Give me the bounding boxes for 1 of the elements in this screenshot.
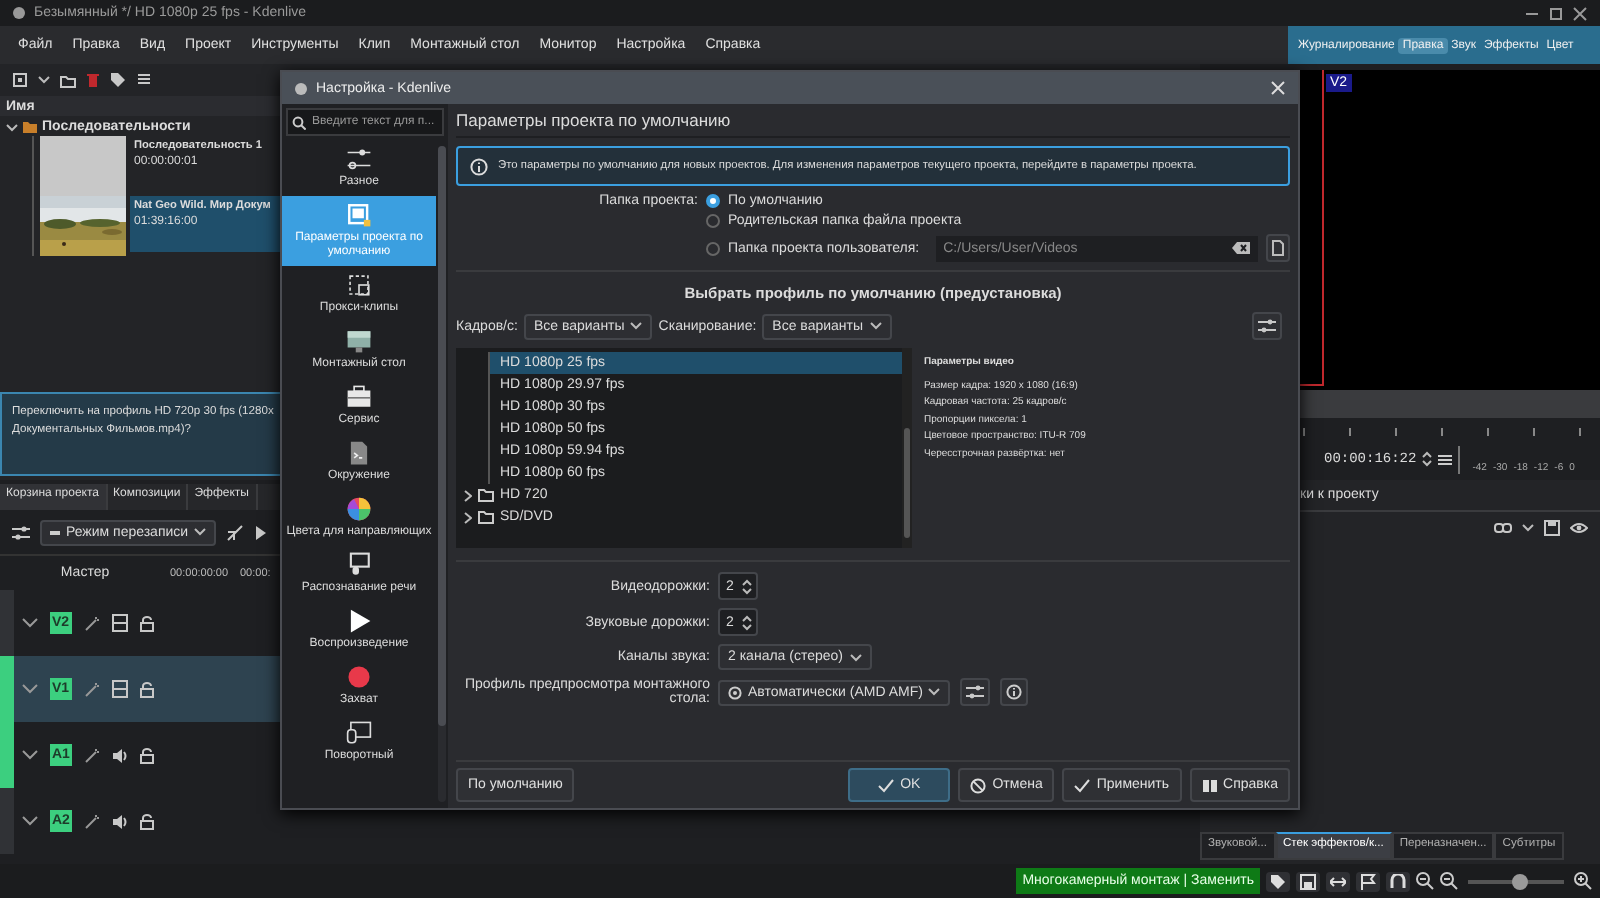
page-title: Параметры проекта по умолчанию <box>456 104 1290 138</box>
